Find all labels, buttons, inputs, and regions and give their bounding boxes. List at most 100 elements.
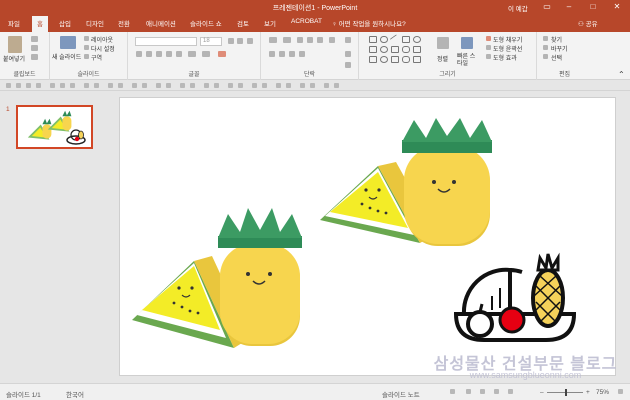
italic-icon[interactable] xyxy=(146,51,152,57)
line-spacing-icon[interactable] xyxy=(317,37,323,43)
decrease-indent-icon[interactable] xyxy=(297,37,303,43)
slide-thumbnail[interactable] xyxy=(16,105,93,149)
tool-icon[interactable] xyxy=(228,83,233,88)
clear-format-icon[interactable] xyxy=(247,38,253,44)
tell-me-box[interactable]: ♀ 어떤 작업을 원하시나요? xyxy=(332,18,406,28)
numbering-icon[interactable] xyxy=(283,37,291,43)
slideshow-view-icon[interactable] xyxy=(508,389,513,394)
shadow-icon[interactable] xyxy=(166,51,172,57)
zoom-out-icon[interactable]: – xyxy=(540,389,544,396)
tool-icon[interactable] xyxy=(118,83,123,88)
shape-effects-button[interactable]: 도형 효과 xyxy=(493,53,517,62)
align-right-icon[interactable] xyxy=(289,51,295,57)
select-button[interactable]: 선택 xyxy=(551,53,562,62)
case-icon[interactable] xyxy=(202,51,210,57)
paste-label[interactable]: 붙여넣기 xyxy=(3,54,25,63)
tool-icon[interactable] xyxy=(310,83,315,88)
new-slide-icon[interactable] xyxy=(60,36,76,49)
tool-icon[interactable] xyxy=(142,83,147,88)
tool-icon[interactable] xyxy=(156,83,161,88)
tool-icon[interactable] xyxy=(214,83,219,88)
maximize-icon[interactable]: □ xyxy=(584,2,602,12)
zoom-slider-handle[interactable] xyxy=(565,389,567,396)
collapse-ribbon-icon[interactable]: ⌃ xyxy=(618,70,625,79)
grow-font-icon[interactable] xyxy=(228,38,234,44)
font-size-box[interactable]: 18 xyxy=(200,37,222,46)
normal-view-icon[interactable] xyxy=(466,389,471,394)
cut-icon[interactable] xyxy=(31,36,38,42)
tool-icon[interactable] xyxy=(324,83,329,88)
tab-transitions[interactable]: 전환 xyxy=(118,18,130,28)
shrink-font-icon[interactable] xyxy=(237,38,243,44)
tab-animations[interactable]: 애니메이션 xyxy=(146,18,176,28)
tool-icon[interactable] xyxy=(190,83,195,88)
tool-icon[interactable] xyxy=(238,83,243,88)
comments-icon[interactable] xyxy=(450,389,455,394)
tool-icon[interactable] xyxy=(286,83,291,88)
tool-icon[interactable] xyxy=(50,83,55,88)
tool-icon[interactable] xyxy=(94,83,99,88)
layout-button[interactable]: 레이아웃 xyxy=(91,35,113,44)
tab-insert[interactable]: 삽입 xyxy=(59,18,71,28)
replace-button[interactable]: 바꾸기 xyxy=(551,44,568,53)
align-center-icon[interactable] xyxy=(279,51,285,57)
sorter-view-icon[interactable] xyxy=(480,389,485,394)
reading-view-icon[interactable] xyxy=(494,389,499,394)
tool-icon[interactable] xyxy=(334,83,339,88)
tool-icon[interactable] xyxy=(132,83,137,88)
tool-icon[interactable] xyxy=(252,83,257,88)
tool-icon[interactable] xyxy=(84,83,89,88)
bold-icon[interactable] xyxy=(136,51,142,57)
find-button[interactable]: 찾기 xyxy=(551,35,562,44)
slide-canvas[interactable] xyxy=(119,97,616,376)
tool-icon[interactable] xyxy=(70,83,75,88)
tab-view[interactable]: 보기 xyxy=(264,18,276,28)
close-icon[interactable]: ✕ xyxy=(608,2,626,12)
ribbon-display-icon[interactable]: ▭ xyxy=(538,2,556,12)
tool-icon[interactable] xyxy=(180,83,185,88)
columns-icon[interactable] xyxy=(329,37,335,43)
new-slide-label[interactable]: 새 슬라이드 xyxy=(52,52,81,61)
zoom-level[interactable]: 75% xyxy=(596,389,609,396)
copy-icon[interactable] xyxy=(31,45,38,51)
quick-styles-button[interactable]: 빠른 스타일 xyxy=(457,54,479,68)
fit-slide-icon[interactable] xyxy=(618,389,623,394)
tool-icon[interactable] xyxy=(166,83,171,88)
underline-icon[interactable] xyxy=(156,51,162,57)
align-left-icon[interactable] xyxy=(269,51,275,57)
tool-icon[interactable] xyxy=(60,83,65,88)
shape-fill-button[interactable]: 도형 채우기 xyxy=(493,35,522,44)
pineapple[interactable] xyxy=(402,118,492,246)
format-painter-icon[interactable] xyxy=(31,54,38,60)
justify-icon[interactable] xyxy=(299,51,305,57)
tool-icon[interactable] xyxy=(26,83,31,88)
text-direction-icon[interactable] xyxy=(345,37,351,43)
zoom-in-icon[interactable]: + xyxy=(586,389,590,396)
tab-slideshow[interactable]: 슬라이드 쇼 xyxy=(190,18,222,28)
increase-indent-icon[interactable] xyxy=(307,37,313,43)
minimize-icon[interactable]: – xyxy=(560,2,578,12)
language-indicator[interactable]: 한국어 xyxy=(66,389,84,399)
tab-review[interactable]: 검토 xyxy=(237,18,249,28)
pineapple[interactable] xyxy=(218,208,302,346)
align-text-icon[interactable] xyxy=(345,51,351,57)
font-color-icon[interactable] xyxy=(218,51,226,57)
bullets-icon[interactable] xyxy=(269,37,277,43)
share-button[interactable]: ⚇ 공유 xyxy=(578,18,598,28)
smartart-icon[interactable] xyxy=(345,62,351,68)
tool-icon[interactable] xyxy=(16,83,21,88)
tab-home[interactable]: 홈 xyxy=(32,16,48,32)
font-name-box[interactable] xyxy=(135,37,197,46)
user-name[interactable]: 이 예갑 xyxy=(508,3,528,13)
tool-icon[interactable] xyxy=(108,83,113,88)
section-button[interactable]: 구역 xyxy=(91,53,102,62)
arrange-button[interactable]: 정렬 xyxy=(437,54,448,63)
tool-icon[interactable] xyxy=(204,83,209,88)
shape-outline-button[interactable]: 도형 윤곽선 xyxy=(493,44,522,53)
strikethrough-icon[interactable] xyxy=(176,51,182,57)
paste-icon[interactable] xyxy=(8,36,22,53)
reset-button[interactable]: 다시 설정 xyxy=(91,44,115,53)
tool-icon[interactable] xyxy=(300,83,305,88)
fruit-bowl-icon[interactable] xyxy=(453,252,577,342)
spacing-icon[interactable] xyxy=(188,51,196,57)
